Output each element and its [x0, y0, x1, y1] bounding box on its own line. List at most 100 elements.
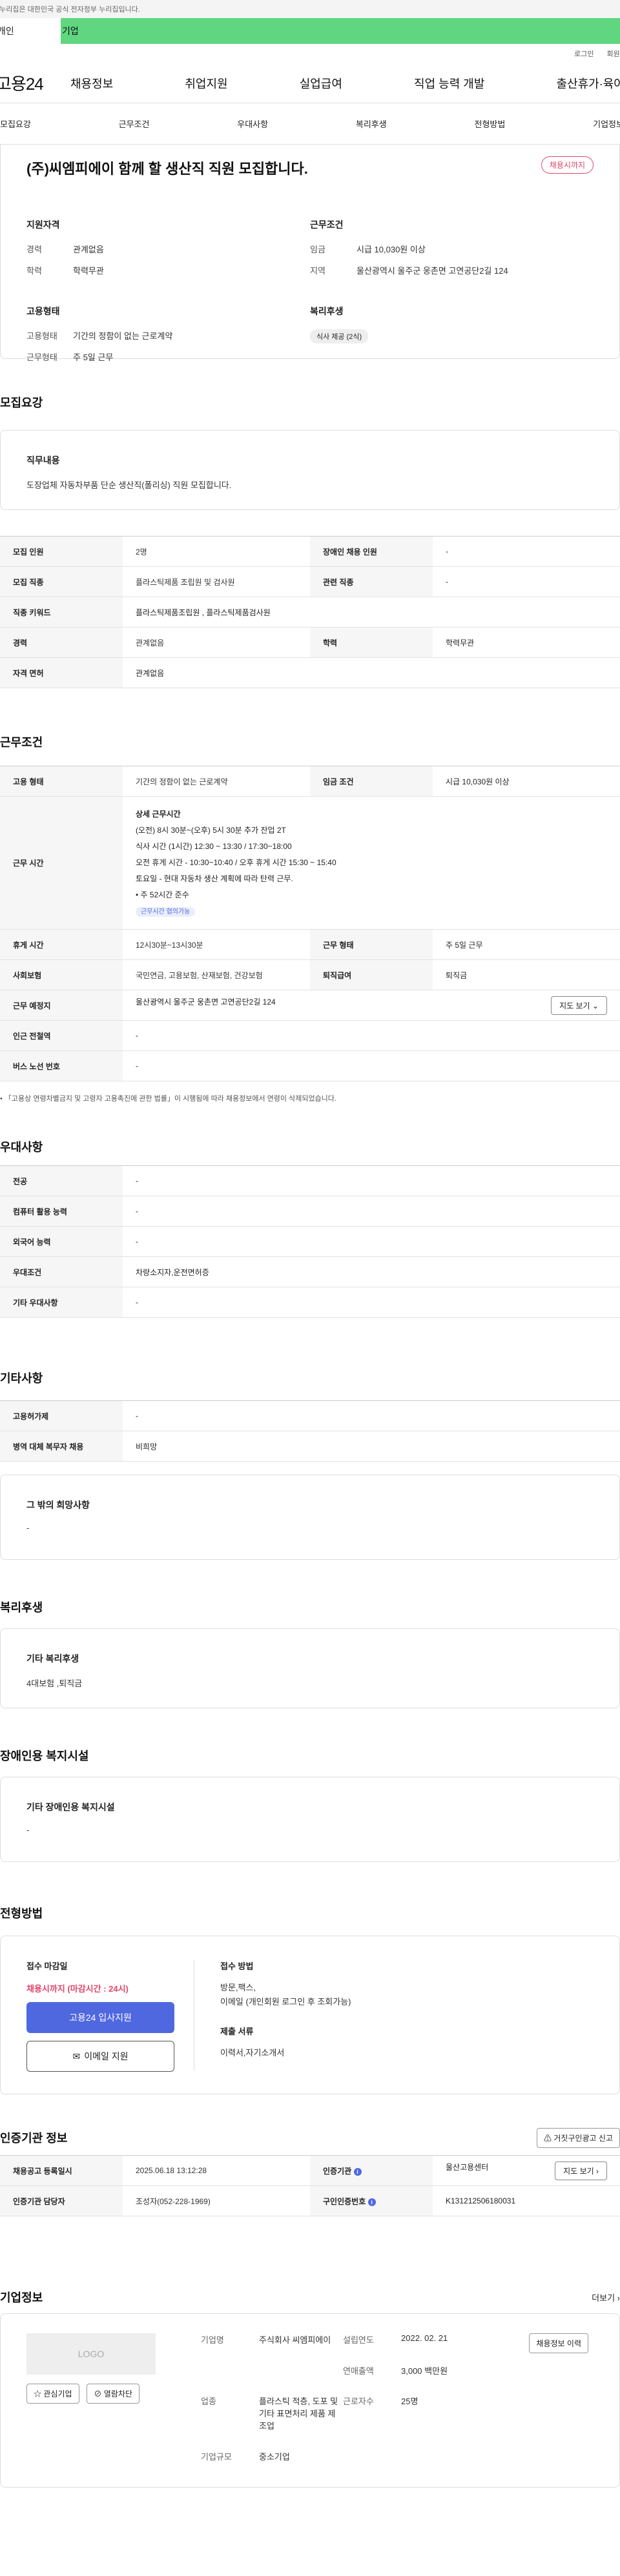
block-view-label: 열람차단	[103, 2389, 132, 2398]
section-subnav: 모집요강 근무조건 우대사항 복리후생 전형방법 기업정보	[0, 103, 620, 145]
section-title-welfare: 복리후생	[0, 1601, 43, 1614]
agency-label: 인증기관	[323, 2166, 352, 2176]
subnav-recruit[interactable]: 모집요강	[0, 118, 31, 130]
table-header: 관련 직종	[310, 566, 433, 597]
summary-label: 경력	[26, 245, 42, 254]
table-row: 근무 시간 상세 근무시간 (오전) 8시 30분~(오후) 5시 30분 추가…	[0, 796, 620, 930]
company-value: 3,000 백만원	[401, 2366, 448, 2376]
job-history-button[interactable]: 채용정보 이력	[529, 2333, 588, 2353]
favorite-company-button[interactable]: ☆ 관심기업	[26, 2384, 79, 2404]
summary-value: 학력무관	[73, 266, 104, 276]
block-view-button[interactable]: ⊘ 열람차단	[87, 2384, 140, 2404]
tab-business[interactable]: 기업	[61, 18, 620, 44]
info-icon[interactable]: i	[353, 2167, 362, 2176]
company-more-link[interactable]: 더보기 ›	[592, 2291, 620, 2304]
company-value: 플라스틱 적층, 도포 및 기타 표면처리 제품 제조업	[259, 2397, 338, 2431]
table-header: 모집 직종	[0, 566, 123, 597]
table-header: 우대조건	[0, 1256, 123, 1287]
section-title-preference: 우대사항	[0, 1141, 43, 1154]
table-cell: 관계없음	[123, 657, 620, 688]
work-hours-line: (오전) 8시 30분~(오후) 5시 30분 추가 잔업 2T	[136, 825, 286, 835]
company-label: 기업규모	[201, 2451, 232, 2462]
email-apply-button[interactable]: ✉ 이메일 지원	[26, 2041, 174, 2072]
subnav-selection[interactable]: 전형방법	[475, 118, 506, 130]
agency-table: 채용공고 등록일시 2025.06.18 13:12:28 인증기관 i 울산고용센터…	[0, 2155, 620, 2216]
summary-welfare: 복리후생 식사 제공 (2식)	[310, 305, 594, 372]
deadline-text: 채용시까지 (마감시간 : 24시)	[26, 1984, 129, 1994]
mail-icon: ✉	[72, 2050, 81, 2061]
section-title-company: 기업정보	[0, 2291, 43, 2304]
info-icon[interactable]: i	[367, 2198, 376, 2206]
method-text: 방문,팩스,	[220, 1983, 256, 1992]
table-header: 인증기관 i	[310, 2155, 433, 2186]
tab-personal[interactable]: 개인	[0, 18, 61, 44]
map-view-button[interactable]: 지도 보기 ⌄	[551, 996, 607, 1015]
table-row: 기타 우대사항 -	[0, 1287, 620, 1318]
gnb-employment-support[interactable]: 취업지원	[185, 75, 227, 92]
work-hours-line: 식사 시간 (1시간) 12:30 ~ 13:30 / 17:30~18:00	[136, 841, 292, 851]
table-cell: 조성자(052-228-1969)	[123, 2185, 310, 2216]
recruit-table: 모집 인원 2명 장애인 채용 인원 - 모집 직종 플라스틱제품 조립원 및 검사원 관…	[0, 536, 620, 688]
chevron-down-icon: ⌄	[592, 1001, 599, 1010]
table-header: 휴게 시간	[0, 929, 123, 960]
table-cell: 비희망	[123, 1431, 620, 1462]
company-label: 근로자수	[343, 2397, 374, 2406]
welfare-heading: 기타 복리후생	[26, 1653, 79, 1664]
apply-online-button[interactable]: 고용24 입사지원	[26, 2002, 174, 2033]
summary-value: 주 5일 근무	[73, 353, 114, 362]
company-label: 업종	[201, 2397, 216, 2406]
table-row: 전공 -	[0, 1165, 620, 1196]
warning-icon: ⚠	[543, 2133, 552, 2143]
company-label: 설립연도	[343, 2335, 374, 2345]
disabled-facilities-heading: 기타 장애인용 복지시설	[26, 1802, 115, 1812]
gnb-vocational-training[interactable]: 직업 능력 개발	[414, 75, 484, 92]
application-left: 접수 마감일 채용시까지 (마감시간 : 24시) 고용24 입사지원 ✉ 이메일…	[26, 1959, 194, 2072]
login-link[interactable]: 로그인	[574, 48, 594, 59]
table-header: 버스 노선 번호	[0, 1050, 123, 1081]
work-hours-line: • 주 52시간 준수	[136, 890, 189, 899]
company-value: 25명	[401, 2397, 418, 2406]
summary-value: 울산광역시 울주군 웅촌면 고연공단2길 124	[356, 266, 508, 276]
user-type-tabs: 개인 기업	[0, 18, 620, 44]
table-row: 인증기관 담당자 조성자(052-228-1969) 구인인증번호 i K131212…	[0, 2185, 620, 2216]
table-cell: -	[123, 1050, 620, 1081]
email-apply-label: 이메일 지원	[84, 2051, 129, 2061]
company-info-box: LOGO ☆ 관심기업 ⊘ 열람차단 기업명 주식회사 씨엠피에이 설립연도 202…	[0, 2313, 620, 2488]
summary-value: 기간의 정함이 없는 근로계약	[73, 331, 173, 341]
site-logo[interactable]: 고용24	[0, 71, 70, 95]
subnav-welfare[interactable]: 복리후생	[356, 118, 387, 130]
company-more-label: 더보기	[592, 2293, 615, 2303]
subnav-work[interactable]: 근무조건	[119, 118, 150, 130]
summary-qualification: 지원자격 경력 관계없음 학력 학력무관	[26, 218, 310, 285]
gnb-job-info[interactable]: 채용정보	[70, 75, 113, 92]
gnb-unemployment-benefit[interactable]: 실업급여	[300, 75, 342, 92]
table-row: 근무 예정지 울산광역시 울주군 웅촌면 고연공단2길 124 지도 보기 ⌄	[0, 990, 620, 1021]
agency-map-button[interactable]: 지도 보기 ›	[555, 2161, 607, 2180]
other-wishes-heading: 그 밖의 희망사항	[26, 1500, 90, 1510]
table-row: 인근 전철역 -	[0, 1020, 620, 1051]
section-title-disabled-facilities: 장애인용 복지시설	[0, 1750, 89, 1763]
summary-label: 학력	[26, 266, 42, 276]
job-description-box: 직무내용 도장업체 자동차부품 단순 생산직(폴리싱) 직원 모집합니다.	[0, 430, 620, 510]
subnav-preference[interactable]: 우대사항	[237, 118, 268, 130]
table-header: 고용허가제	[0, 1400, 123, 1431]
table-cell: K131212506180031	[433, 2185, 620, 2216]
table-cell: -	[123, 1020, 620, 1051]
table-cell: 울산고용센터 지도 보기 ›	[433, 2155, 620, 2186]
report-fake-ad-button[interactable]: ⚠ 거짓구인광고 신고	[536, 2127, 620, 2148]
table-header: 인근 전철역	[0, 1020, 123, 1051]
signup-link[interactable]: 회원가입	[607, 48, 620, 59]
table-header: 퇴직급여	[310, 959, 433, 990]
table-cell: 학력무관	[433, 627, 620, 658]
company-value: 2022. 02. 21	[401, 2333, 448, 2343]
table-cell: 퇴직금	[433, 959, 620, 990]
gnb-parental-leave[interactable]: 출산휴가·육아휴직	[557, 75, 620, 92]
documents-text: 이력서,자기소개서	[220, 2048, 285, 2058]
summary-work-heading: 근무조건	[310, 220, 344, 230]
subnav-company[interactable]: 기업정보	[593, 118, 620, 130]
work-place-text: 울산광역시 울주군 웅촌면 고연공단2길 124	[136, 997, 276, 1007]
other-wishes-text: -	[26, 1523, 30, 1533]
summary-work-condition: 근무조건 임금 시급 10,030원 이상 지역 울산광역시 울주군 웅촌면 고연공…	[310, 218, 594, 285]
deadline-heading: 접수 마감일	[26, 1961, 68, 1971]
table-row: 휴게 시간 12시30분~13시30분 근무 형태 주 5일 근무	[0, 929, 620, 960]
